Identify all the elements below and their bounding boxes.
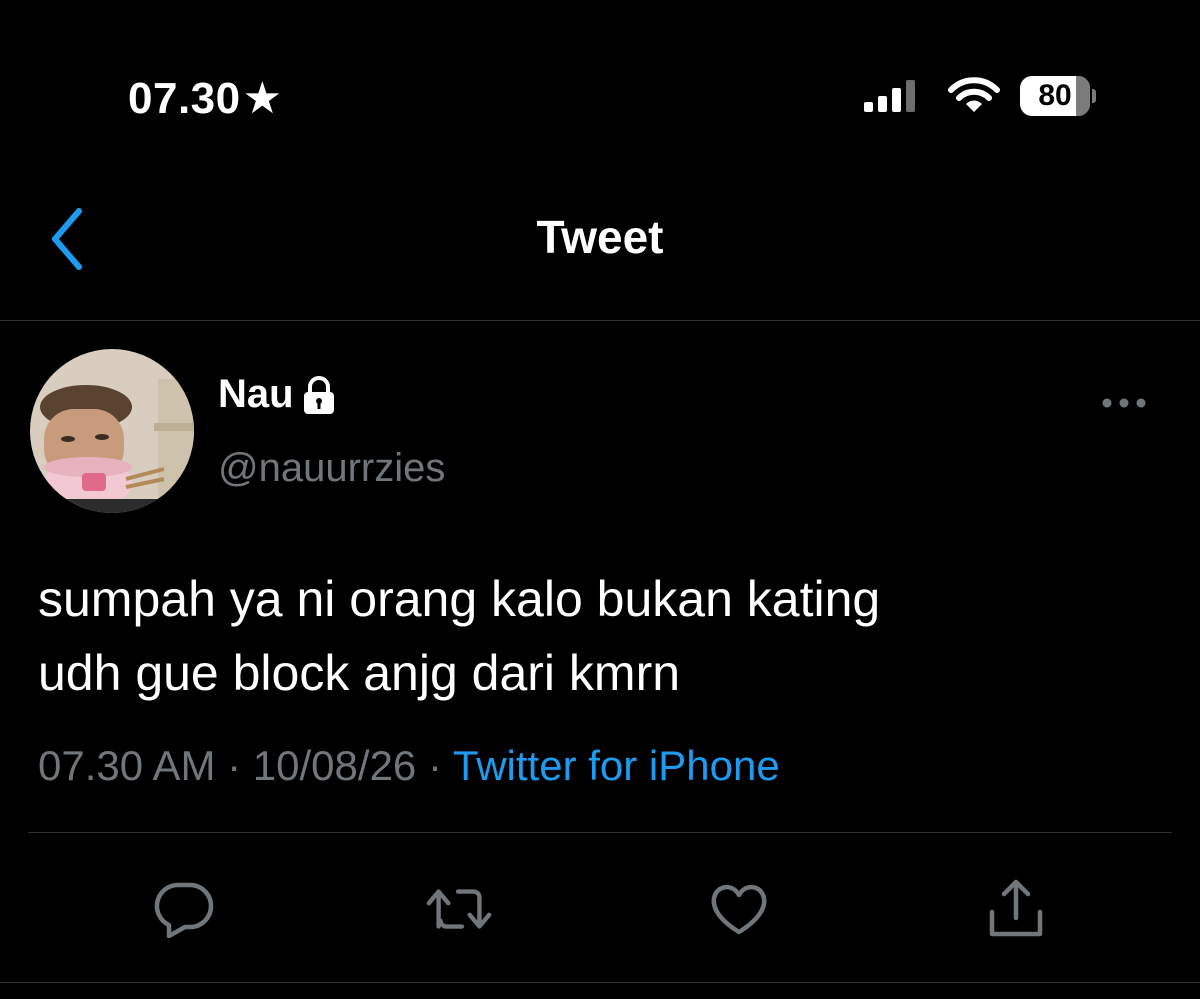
share-button[interactable] — [981, 874, 1051, 944]
status-time-text: 07.30 — [128, 74, 241, 123]
header-divider — [0, 320, 1200, 321]
tweet-date: 10/08/26 — [252, 742, 417, 789]
page-title: Tweet — [536, 211, 664, 263]
battery-cap — [1092, 89, 1096, 103]
meta-separator: · — [416, 742, 453, 789]
like-icon — [711, 884, 767, 935]
tweet-source-link[interactable]: Twitter for iPhone — [453, 742, 780, 789]
status-indicators: 80 — [864, 76, 1096, 116]
like-button[interactable] — [704, 874, 774, 944]
tweet-text-line-2: udh gue block anjg dari kmrn — [38, 645, 681, 701]
author-name-text: Nau — [218, 372, 294, 416]
reply-icon — [154, 882, 214, 938]
battery-percentage: 80 — [1038, 79, 1072, 112]
avatar-image — [30, 349, 194, 513]
avatar[interactable] — [30, 349, 194, 513]
tweet-text: sumpah ya ni orang kalo bukan kating udh… — [38, 562, 1168, 710]
more-options-button[interactable] — [1096, 388, 1152, 418]
meta-separator: · — [215, 742, 253, 789]
cellular-signal-icon — [864, 80, 915, 112]
meta-divider — [28, 832, 1172, 833]
reply-button[interactable] — [150, 874, 220, 944]
retweet-button[interactable] — [425, 874, 495, 944]
status-time: 07.30 ★ — [128, 74, 283, 124]
retweet-icon — [426, 889, 492, 929]
tweet-time: 07.30 AM — [38, 742, 216, 789]
author-handle[interactable]: @nauurrzies — [218, 446, 445, 491]
tweet-text-line-1: sumpah ya ni orang kalo bukan kating — [38, 571, 881, 627]
author-name[interactable]: Nau — [218, 372, 336, 417]
tweet-meta: 07.30 AM · 10/08/26 · Twitter for iPhone — [38, 742, 780, 790]
battery-empty-area — [1076, 76, 1090, 116]
battery-indicator: 80 — [1020, 76, 1090, 116]
star-icon: ★ — [242, 74, 283, 123]
share-icon — [989, 879, 1043, 937]
lock-icon — [303, 375, 334, 414]
action-bar-divider — [0, 982, 1200, 983]
more-horizontal-icon — [1102, 398, 1146, 408]
wifi-icon — [948, 77, 1000, 112]
